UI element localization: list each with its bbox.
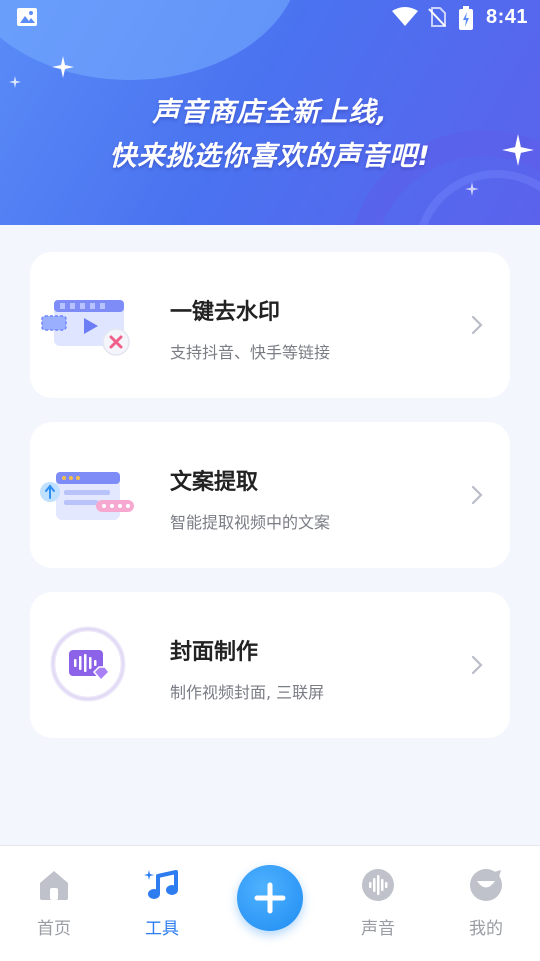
nav-label: 工具	[145, 919, 179, 939]
bottom-navigation: 首页 工具 声音 我的	[0, 845, 540, 961]
banner-headline-line1: 声音商店全新上线,	[152, 97, 388, 128]
card-description: 支持抖音、快手等链接	[170, 343, 331, 362]
tool-card-remove-watermark[interactable]: 一键去水印 支持抖音、快手等链接	[30, 252, 510, 398]
nav-item-home[interactable]: 首页	[14, 868, 94, 939]
nav-item-tools[interactable]: 工具	[122, 868, 202, 939]
cover-make-icon	[50, 626, 126, 702]
banner-headline-line2: 快来挑选你喜欢的声音吧!	[109, 141, 431, 172]
card-description: 制作视频封面, 三联屏	[170, 683, 325, 702]
sparkle-icon	[465, 182, 479, 196]
sparkle-icon	[52, 56, 74, 78]
add-button[interactable]	[237, 865, 303, 931]
chevron-right-icon	[471, 485, 483, 505]
promo-banner[interactable]: 8:41 声音商店全新上线, 快来挑选你喜欢的声音吧!	[0, 0, 540, 225]
battery-charging-icon	[459, 6, 473, 30]
nav-item-sound[interactable]: 声音	[338, 868, 418, 939]
chevron-right-icon	[471, 655, 483, 675]
nav-label: 首页	[37, 919, 71, 939]
status-time: 8:41	[485, 6, 528, 28]
nav-item-mine[interactable]: 我的	[446, 868, 526, 939]
nav-label: 声音	[361, 919, 395, 939]
chevron-right-icon	[471, 315, 483, 335]
profile-icon	[470, 869, 502, 901]
plus-icon	[254, 882, 286, 914]
video-watermark-icon	[41, 300, 130, 356]
nav-label: 我的	[469, 919, 503, 939]
wifi-icon	[392, 7, 418, 26]
status-bar: 8:41	[0, 0, 540, 36]
tool-card-text-extract[interactable]: 文案提取 智能提取视频中的文案	[30, 422, 510, 568]
sparkle-icon	[9, 76, 21, 88]
music-note-icon	[144, 870, 178, 899]
text-extract-icon	[40, 472, 134, 520]
home-icon	[40, 871, 68, 900]
tool-card-cover-make[interactable]: 封面制作 制作视频封面, 三联屏	[30, 592, 510, 738]
card-title: 文案提取	[170, 470, 259, 495]
no-sim-icon	[428, 7, 446, 27]
sound-wave-icon	[362, 869, 394, 901]
card-title: 封面制作	[170, 640, 259, 665]
card-title: 一键去水印	[170, 300, 281, 325]
card-description: 智能提取视频中的文案	[170, 513, 331, 532]
image-notification-icon	[17, 8, 37, 26]
